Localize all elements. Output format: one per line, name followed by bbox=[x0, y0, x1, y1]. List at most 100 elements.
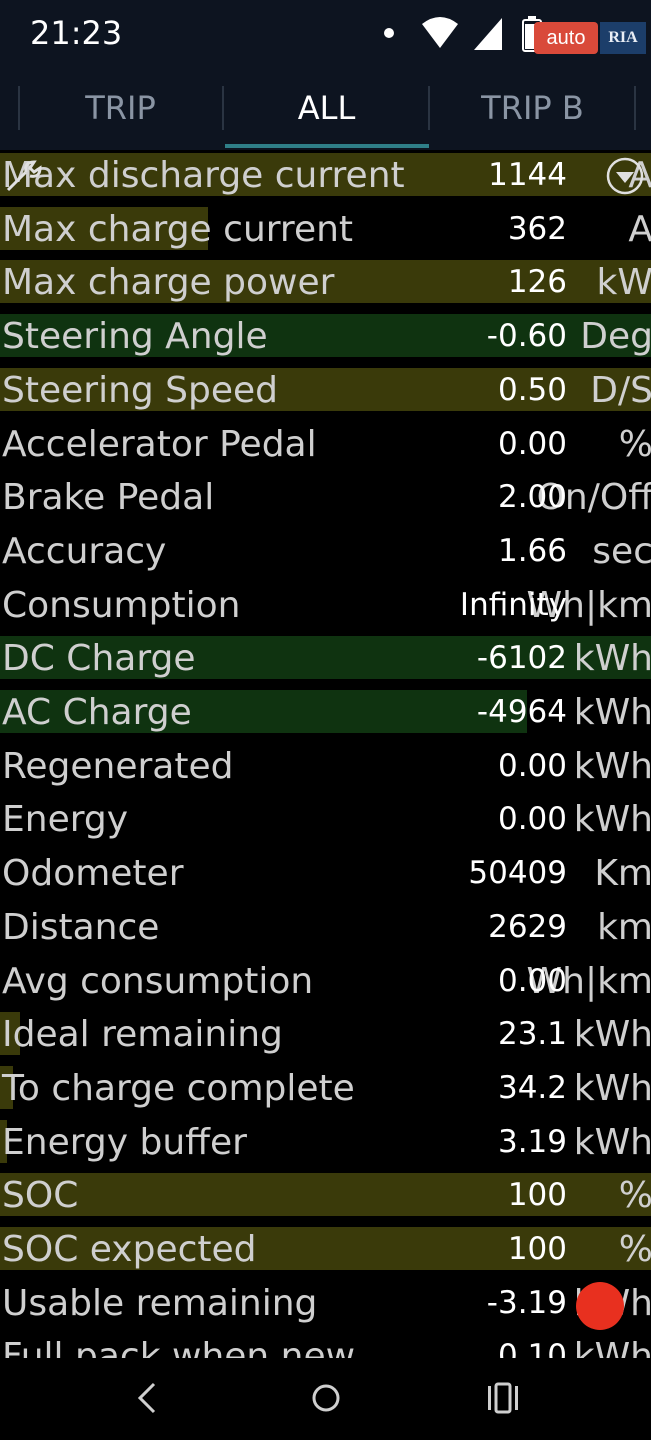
parameter-label: Accelerator Pedal bbox=[2, 423, 317, 465]
parameter-label: Full pack when new bbox=[2, 1336, 356, 1358]
parameter-value: -4964 bbox=[476, 694, 567, 730]
parameter-value: 0.00 bbox=[497, 801, 567, 838]
parameter-value: -3.19 bbox=[486, 1284, 567, 1321]
parameter-value: 34.2 bbox=[497, 1069, 567, 1106]
parameter-row[interactable]: Avg consumption Wh|km 0.00 bbox=[0, 955, 651, 1008]
parameter-label: Steering Speed bbox=[2, 369, 279, 411]
parameter-label: Max discharge current bbox=[2, 155, 405, 196]
parameter-value: 0.00 bbox=[497, 747, 567, 784]
parameter-value: -0.60 bbox=[486, 318, 567, 355]
parameter-label: AC Charge bbox=[2, 692, 192, 733]
tab-bar: TRIP ALL TRIP B bbox=[0, 72, 651, 150]
parameter-row[interactable]: AC Charge kWh -4964 bbox=[0, 686, 651, 739]
parameter-unit: % bbox=[618, 1229, 651, 1270]
parameter-unit: kWh bbox=[573, 745, 651, 787]
parameter-row[interactable]: Distance km 2629 bbox=[0, 901, 651, 954]
parameter-unit: kW bbox=[596, 262, 651, 304]
record-button[interactable] bbox=[576, 1282, 624, 1330]
parameter-row[interactable]: DC Charge kWh -6102 bbox=[0, 632, 651, 685]
parameter-label: Accuracy bbox=[2, 530, 167, 572]
dropdown-circle-icon[interactable] bbox=[605, 156, 645, 196]
parameter-value: 0.10 bbox=[497, 1338, 567, 1358]
parameter-label: Avg consumption bbox=[2, 960, 314, 1002]
parameter-row[interactable]: Usable remainingkWh-3.19 bbox=[0, 1277, 651, 1330]
watermark-logo-suffix: RIA bbox=[600, 22, 646, 54]
parameter-unit: kWh bbox=[573, 799, 651, 841]
parameter-row[interactable]: Accelerator Pedal% 0.00 bbox=[0, 418, 651, 471]
parameter-label: SOC expected bbox=[2, 1229, 257, 1270]
parameter-unit: kWh bbox=[573, 1336, 651, 1358]
parameter-unit: Deg bbox=[580, 316, 651, 358]
parameter-value: 0.00 bbox=[497, 425, 567, 462]
parameter-row[interactable]: SOC expected% 100 bbox=[0, 1223, 651, 1276]
notification-dot-icon bbox=[384, 28, 394, 38]
parameter-list[interactable]: Max discharge current A 1144 Max charge cur… bbox=[0, 148, 651, 1358]
parameter-row[interactable]: Brake Pedal On/Off 2.00 bbox=[0, 471, 651, 524]
parameter-value: 1.66 bbox=[497, 532, 567, 569]
tab-divider bbox=[634, 86, 636, 130]
parameter-label: Energy buffer bbox=[2, 1121, 247, 1163]
parameter-label: Usable remaining bbox=[2, 1282, 318, 1324]
parameter-label: To charge complete bbox=[2, 1067, 355, 1109]
tab-all[interactable]: ALL bbox=[224, 72, 429, 148]
parameter-unit: kWh bbox=[573, 1014, 651, 1056]
tab-trip-b[interactable]: TRIP B bbox=[430, 72, 635, 148]
parameter-value: 126 bbox=[507, 264, 567, 301]
parameter-label: Max charge power bbox=[2, 262, 335, 304]
parameter-row[interactable]: Energy buffer kWh 3.19 bbox=[0, 1116, 651, 1169]
back-icon[interactable] bbox=[132, 1380, 162, 1416]
parameter-unit: % bbox=[618, 423, 651, 465]
parameter-row[interactable]: Max charge current A 362 bbox=[0, 203, 651, 256]
parameter-value: 2629 bbox=[488, 908, 567, 945]
parameter-value: Infinity bbox=[459, 586, 567, 623]
home-icon[interactable] bbox=[308, 1380, 344, 1416]
parameter-row[interactable]: Full pack when new kWh 0.10 bbox=[0, 1330, 651, 1358]
parameter-label: Brake Pedal bbox=[2, 477, 215, 519]
parameter-unit: A bbox=[628, 208, 651, 250]
parameter-value: 3.19 bbox=[497, 1123, 567, 1160]
tab-trip[interactable]: TRIP bbox=[18, 72, 223, 148]
parameter-label: SOC bbox=[2, 1175, 79, 1217]
parameter-value: 50409 bbox=[468, 855, 567, 892]
system-nav-bar bbox=[0, 1358, 651, 1440]
parameter-value: 1144 bbox=[488, 157, 567, 193]
parameter-row[interactable]: Odometer Km 50409 bbox=[0, 847, 651, 900]
parameter-row[interactable]: Steering Angle Deg -0.60 bbox=[0, 310, 651, 363]
parameter-row[interactable]: Accuracy sec 1.66 bbox=[0, 525, 651, 578]
parameter-unit: kWh bbox=[573, 638, 651, 680]
parameter-unit: kWh bbox=[573, 692, 651, 733]
parameter-row[interactable]: Max charge power kW 126 bbox=[0, 256, 651, 309]
parameter-value: 100 bbox=[507, 1231, 567, 1267]
parameter-value: 2.00 bbox=[497, 479, 567, 516]
parameter-row[interactable]: SOC% 100 bbox=[0, 1169, 651, 1222]
parameter-value: 23.1 bbox=[497, 1016, 567, 1053]
parameter-label: Energy bbox=[2, 799, 129, 841]
wifi-icon bbox=[422, 17, 458, 48]
signal-icon bbox=[474, 18, 502, 50]
parameter-label: Steering Angle bbox=[2, 316, 268, 358]
parameter-row[interactable]: To charge complete kWh 34.2 bbox=[0, 1062, 651, 1115]
parameter-row[interactable]: Max discharge current A 1144 bbox=[0, 149, 651, 202]
parameter-label: Consumption bbox=[2, 584, 241, 626]
parameter-row[interactable]: Regenerated kWh 0.00 bbox=[0, 740, 651, 793]
parameter-value: 0.50 bbox=[497, 371, 567, 408]
parameter-label: Max charge current bbox=[2, 208, 354, 250]
parameter-label: Ideal remaining bbox=[2, 1014, 283, 1056]
parameter-row[interactable]: Steering Speed D/S 0.50 bbox=[0, 364, 651, 417]
parameter-unit: % bbox=[618, 1175, 651, 1217]
status-bar: 21:23 auto RIA bbox=[0, 0, 651, 72]
parameter-unit: D/S bbox=[590, 369, 651, 411]
parameter-row[interactable]: Energy kWh 0.00 bbox=[0, 793, 651, 846]
parameter-row[interactable]: Ideal remaining kWh 23.1 bbox=[0, 1008, 651, 1061]
parameter-value: -6102 bbox=[476, 640, 567, 677]
parameter-label: Distance bbox=[2, 906, 160, 948]
status-time: 21:23 bbox=[30, 14, 123, 52]
watermark-logo: auto bbox=[534, 22, 598, 54]
parameter-label: DC Charge bbox=[2, 638, 196, 680]
parameter-row[interactable]: Consumption Wh|km Infinity bbox=[0, 579, 651, 632]
wrench-icon[interactable] bbox=[4, 158, 44, 194]
parameter-label: Regenerated bbox=[2, 745, 234, 787]
recents-icon[interactable] bbox=[486, 1382, 520, 1414]
parameter-unit: kWh bbox=[573, 1121, 651, 1163]
parameter-label: Odometer bbox=[2, 853, 184, 895]
